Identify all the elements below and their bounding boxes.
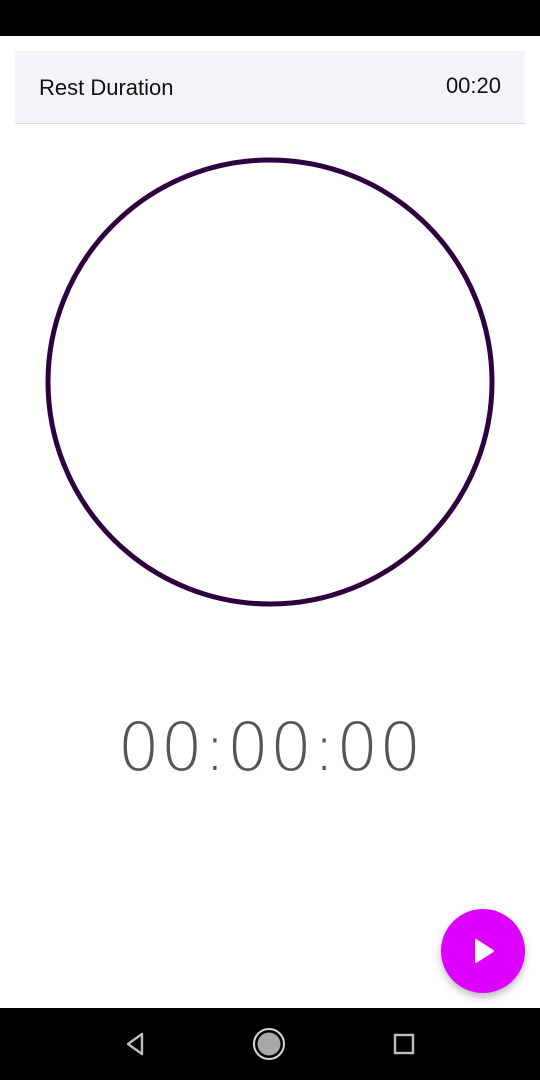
rest-duration-row[interactable]: Rest Duration 00:20: [15, 51, 525, 124]
nav-back-button[interactable]: [110, 1008, 160, 1080]
play-icon: [475, 939, 494, 963]
rest-duration-label: Rest Duration: [39, 75, 174, 100]
rest-duration-value: 00:20: [445, 73, 501, 98]
nav-home-button[interactable]: [244, 1008, 294, 1080]
home-circle-icon: [253, 1028, 285, 1060]
back-triangle-icon: [126, 1032, 144, 1056]
nav-recent-apps-button[interactable]: [379, 1008, 429, 1080]
progress-ring: [45, 157, 495, 607]
navigation-bar: [0, 1008, 540, 1080]
recent-apps-square-icon: [393, 1033, 415, 1055]
status-bar: [0, 0, 540, 36]
play-button[interactable]: [441, 909, 525, 993]
timer-display: 00:00:00: [117, 709, 423, 786]
